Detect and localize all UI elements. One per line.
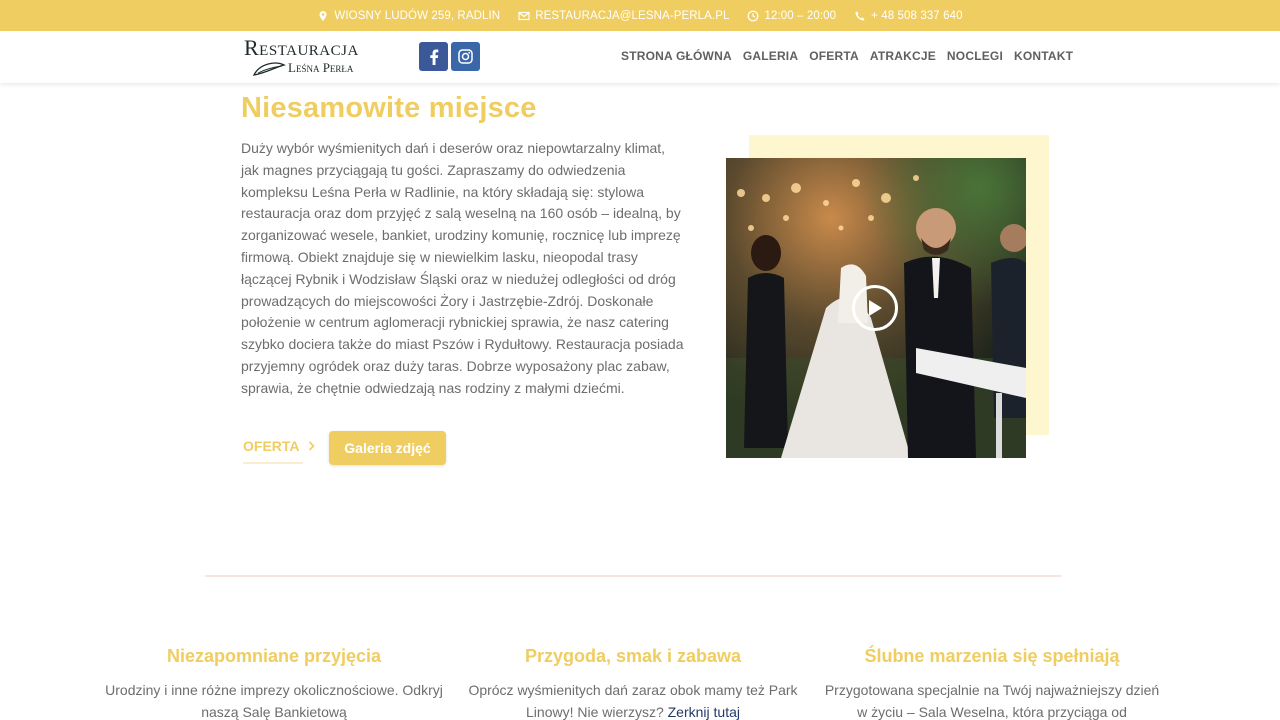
logo-subtitle: Leśna Perła bbox=[288, 60, 354, 75]
offer-link-label: OFERTA bbox=[243, 438, 300, 454]
feature-adventure: Przygoda, smak i zabawa Oprócz wyśmienit… bbox=[463, 646, 803, 720]
feature-wedding: Ślubne marzenia się spełniają Przygotowa… bbox=[822, 646, 1162, 720]
feature-adventure-text: Oprócz wyśmienitych dań zaraz obok mamy … bbox=[468, 682, 798, 720]
play-icon bbox=[869, 300, 882, 316]
feature-parties-title: Niezapomniane przyjęcia bbox=[166, 646, 382, 666]
feature-parties: Niezapomniane przyjęcia Urodziny i inne … bbox=[104, 646, 444, 720]
facebook-icon bbox=[429, 49, 438, 65]
feature-wedding-title: Ślubne marzenia się spełniają bbox=[864, 646, 1120, 666]
clock-icon bbox=[748, 10, 759, 21]
feature-adventure-paragraph: Oprócz wyśmienitych dań zaraz obok mamy … bbox=[463, 679, 803, 720]
hours-text: 12:00 – 20:00 bbox=[764, 9, 837, 22]
nav-item-gallery[interactable]: GALERIA bbox=[743, 49, 798, 63]
email-text[interactable]: RESTAURACJA@LESNA-PERLA.PL bbox=[535, 10, 729, 22]
offer-underline bbox=[243, 462, 303, 464]
site-header: Restauracja Leśna Perła STRONA GŁÓWNA GA… bbox=[0, 31, 1280, 83]
instagram-button[interactable] bbox=[451, 42, 480, 71]
site-logo[interactable]: Restauracja Leśna Perła bbox=[244, 37, 384, 79]
chevron-right-icon bbox=[308, 441, 315, 451]
hours-item: 12:00 – 20:00 bbox=[747, 10, 836, 22]
facebook-button[interactable] bbox=[419, 42, 448, 71]
nav-item-home[interactable]: STRONA GŁÓWNA bbox=[621, 49, 732, 63]
section-headline: Niesamowite miejsce bbox=[241, 92, 537, 124]
instagram-icon bbox=[458, 49, 473, 64]
offer-link-button[interactable]: OFERTA bbox=[243, 438, 315, 464]
gallery-button[interactable]: Galeria zdjęć bbox=[329, 431, 446, 465]
main-nav: STRONA GŁÓWNA GALERIA OFERTA ATRAKCJE NO… bbox=[621, 49, 1073, 63]
envelope-icon bbox=[518, 11, 530, 20]
map-pin-icon bbox=[319, 10, 327, 21]
leaf-icon bbox=[252, 62, 286, 76]
address-item: WIOSNY LUDÓW 259, RADLIN bbox=[317, 10, 500, 22]
feature-wedding-text: Przygotowana specjalnie na Twój najważni… bbox=[824, 682, 1160, 720]
nav-item-offer[interactable]: OFERTA bbox=[809, 49, 859, 63]
play-button[interactable] bbox=[852, 285, 898, 331]
email-item[interactable]: RESTAURACJA@LESNA-PERLA.PL bbox=[518, 10, 729, 22]
feature-adventure-title: Przygoda, smak i zabawa bbox=[524, 646, 742, 666]
phone-icon bbox=[855, 11, 865, 20]
address-text: WIOSNY LUDÓW 259, RADLIN bbox=[334, 9, 501, 22]
feature-parties-text: Urodziny i inne różne imprezy okolicznoś… bbox=[105, 682, 443, 720]
section-divider bbox=[205, 575, 1061, 577]
top-info-bar: WIOSNY LUDÓW 259, RADLIN RESTAURACJA@LES… bbox=[0, 0, 1280, 31]
intro-paragraph: Duży wybór wyśmienitych dań i deserów or… bbox=[241, 140, 684, 396]
phone-text[interactable]: + 48 508 337 640 bbox=[871, 10, 962, 22]
rope-park-link[interactable]: Zerknij tutaj bbox=[668, 704, 740, 720]
nav-item-attractions[interactable]: ATRAKCJE bbox=[870, 49, 936, 63]
phone-item[interactable]: + 48 508 337 640 bbox=[854, 10, 962, 22]
nav-item-contact[interactable]: KONTAKT bbox=[1014, 49, 1073, 63]
logo-title: Restauracja bbox=[244, 35, 359, 60]
nav-item-lodging[interactable]: NOCLEGI bbox=[947, 49, 1003, 63]
